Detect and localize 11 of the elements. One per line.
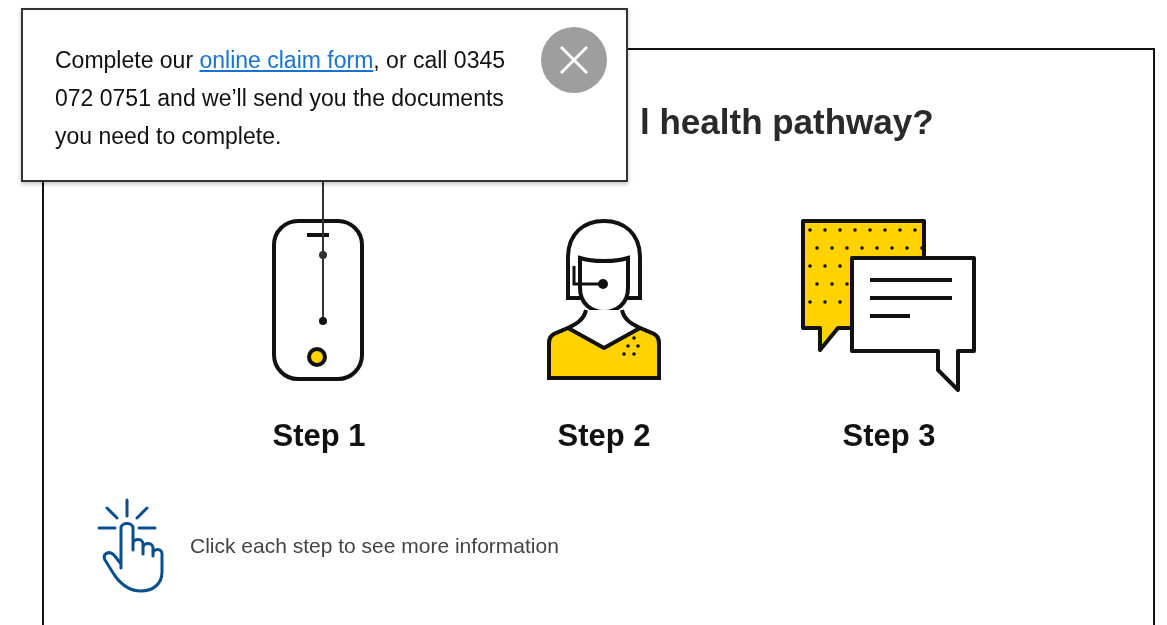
tap-hand-icon bbox=[97, 498, 165, 594]
claim-form-link[interactable]: online claim form bbox=[199, 47, 374, 73]
phone-icon bbox=[271, 218, 367, 384]
section-heading: l health pathway? bbox=[640, 102, 935, 142]
step-label[interactable]: Step 1 bbox=[272, 418, 366, 454]
step-label[interactable]: Step 2 bbox=[557, 418, 651, 454]
headset-agent-icon bbox=[546, 218, 662, 380]
hint-text: Click each step to see more information bbox=[190, 534, 559, 558]
popup-text: Complete our online claim form, or call 0345 072 0751 and we’ll send you the documents you need to complete. bbox=[55, 46, 506, 151]
close-icon bbox=[559, 45, 589, 75]
step-label[interactable]: Step 3 bbox=[842, 418, 936, 454]
